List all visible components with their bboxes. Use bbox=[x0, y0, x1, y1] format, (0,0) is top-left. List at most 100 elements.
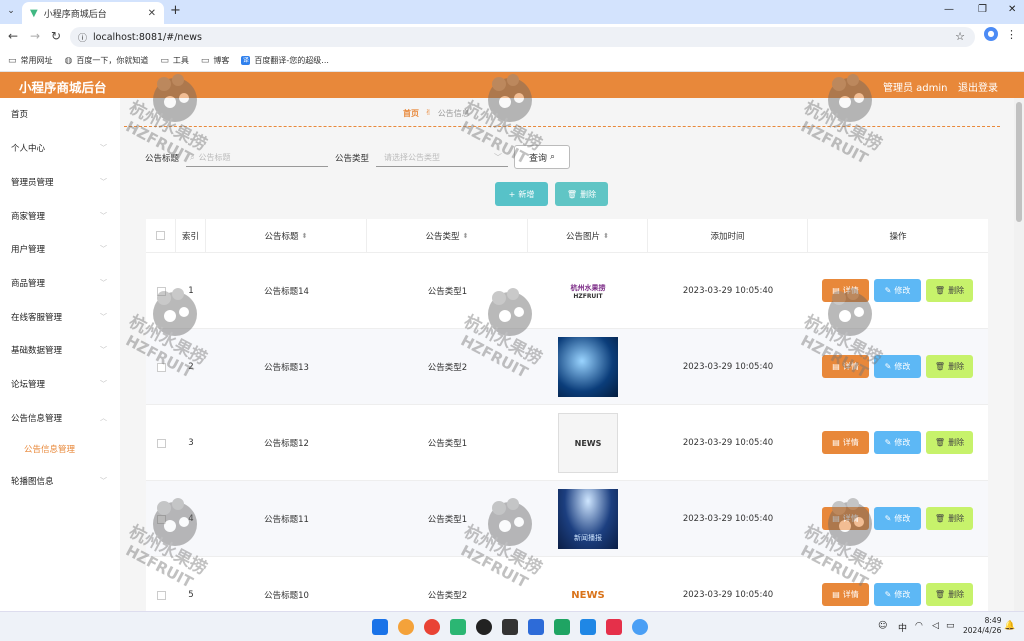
battery-icon[interactable]: ▭ bbox=[946, 621, 955, 631]
webstorm-icon[interactable] bbox=[528, 619, 544, 635]
sort-icon[interactable]: ⬍ bbox=[603, 232, 609, 240]
detail-button[interactable]: ▤ 详情 bbox=[822, 583, 869, 606]
bookmark-item[interactable]: ◍ 百度一下，你就知道 bbox=[65, 55, 149, 66]
breadcrumb-home[interactable]: 首页 bbox=[403, 108, 419, 119]
column-header-image[interactable]: 公告图片 ⬍ bbox=[528, 219, 648, 253]
row-checkbox[interactable] bbox=[156, 438, 166, 448]
delete-button[interactable]: 🗑 删除 bbox=[926, 583, 973, 606]
sidebar-item-basedata[interactable]: 基础数据管理 ﹀ bbox=[0, 340, 120, 360]
notice-image[interactable] bbox=[558, 337, 618, 397]
delete-button[interactable]: 🗑 删除 bbox=[926, 431, 973, 454]
app-icon[interactable] bbox=[450, 619, 466, 635]
header-label: 索引 bbox=[181, 231, 199, 242]
row-time: 2023-03-29 10:05:40 bbox=[682, 590, 774, 600]
row-image-cell: 杭州水果捞 HZFRUIT bbox=[528, 253, 648, 329]
add-button[interactable]: + 新增 bbox=[495, 182, 548, 206]
sort-icon[interactable]: ⬍ bbox=[463, 232, 469, 240]
chevron-down-icon: ﹀ bbox=[100, 279, 107, 287]
column-header-type[interactable]: 公告类型 ⬍ bbox=[367, 219, 528, 253]
sidebar-item-products[interactable]: 商品管理 ﹀ bbox=[0, 273, 120, 293]
windows-start-icon[interactable] bbox=[372, 619, 388, 635]
delete-button[interactable]: 🗑 删除 bbox=[926, 507, 973, 530]
close-window-icon[interactable]: ✕ bbox=[1008, 4, 1016, 15]
qq-icon[interactable] bbox=[476, 619, 492, 635]
minimize-icon[interactable]: — bbox=[944, 4, 954, 15]
delete-button[interactable]: 🗑 删除 bbox=[926, 279, 973, 302]
chrome-icon[interactable] bbox=[424, 619, 440, 635]
edit-button[interactable]: ✎ 修改 bbox=[874, 431, 921, 454]
app-icon[interactable] bbox=[606, 619, 622, 635]
bookmark-item[interactable]: ▭ 工具 bbox=[160, 55, 189, 66]
notice-image[interactable]: NEWS bbox=[558, 413, 618, 473]
row-checkbox[interactable] bbox=[156, 514, 166, 524]
sidebar-item-users[interactable]: 用户管理 ﹀ bbox=[0, 239, 120, 259]
forward-icon[interactable]: → bbox=[30, 29, 40, 43]
tab-search-icon[interactable]: ⌄ bbox=[4, 4, 18, 18]
restore-icon[interactable]: ❐ bbox=[978, 4, 987, 15]
back-icon[interactable]: ← bbox=[8, 29, 18, 43]
sort-icon[interactable]: ⬍ bbox=[302, 232, 308, 240]
title-search-input[interactable]: ⌕ 公告标题 bbox=[186, 149, 328, 167]
row-checkbox[interactable] bbox=[156, 362, 166, 372]
edit-button[interactable]: ✎ 修改 bbox=[874, 279, 921, 302]
bookmark-label: 百度翻译-您的超级... bbox=[254, 56, 329, 65]
row-time: 2023-03-29 10:05:40 bbox=[682, 514, 774, 524]
sidebar-item-profile[interactable]: 个人中心 ﹀ bbox=[0, 138, 120, 158]
system-clock[interactable]: 8:49 2024/4/26 bbox=[963, 616, 1001, 636]
detail-button[interactable]: ▤ 详情 bbox=[822, 507, 869, 530]
row-title: 公告标题13 bbox=[264, 363, 309, 373]
delete-button[interactable]: 🗑 删除 bbox=[926, 355, 973, 378]
sidebar-item-carousel[interactable]: 轮播图信息 ﹀ bbox=[0, 471, 120, 491]
select-all-checkbox[interactable] bbox=[156, 231, 165, 240]
close-tab-icon[interactable]: ✕ bbox=[148, 8, 156, 19]
notice-image[interactable]: 杭州水果捞 HZFRUIT bbox=[558, 261, 618, 321]
bookmark-item[interactable]: 译百度翻译-您的超级... bbox=[241, 55, 329, 66]
type-select[interactable]: 请选择公告类型 ﹀ bbox=[376, 149, 508, 167]
detail-label: 详情 bbox=[842, 514, 859, 523]
wifi-icon[interactable]: ◠ bbox=[915, 621, 923, 631]
page-scrollbar[interactable] bbox=[1014, 98, 1024, 611]
input-language[interactable]: 中 bbox=[898, 621, 907, 634]
address-bar[interactable]: ⓘ localhost:8081/#/news ☆ bbox=[70, 27, 975, 47]
browser-menu-icon[interactable]: ⋮ bbox=[1006, 28, 1017, 41]
sidebar-item-notices[interactable]: 公告信息管理 ︿ bbox=[0, 408, 120, 428]
new-tab-icon[interactable]: + bbox=[170, 4, 181, 18]
browser-tab[interactable]: ▼ 小程序商城后台 ✕ bbox=[22, 2, 164, 24]
scrollbar-thumb[interactable] bbox=[1016, 102, 1022, 222]
app-icon[interactable] bbox=[632, 619, 648, 635]
sidebar-item-forum[interactable]: 论坛管理 ﹀ bbox=[0, 374, 120, 394]
column-header-title[interactable]: 公告标题 ⬍ bbox=[206, 219, 367, 253]
notice-image[interactable]: NEWS bbox=[558, 565, 618, 611]
widgets-icon[interactable] bbox=[398, 619, 414, 635]
edit-button[interactable]: ✎ 修改 bbox=[874, 583, 921, 606]
notification-bell-icon[interactable]: 🔔 bbox=[1004, 621, 1015, 631]
bookmark-item[interactable]: ▭ 常用网址 bbox=[8, 55, 53, 66]
sidebar-item-home[interactable]: 首页 bbox=[0, 104, 120, 124]
pencil-icon: ✎ bbox=[884, 438, 892, 447]
ide-icon[interactable] bbox=[502, 619, 518, 635]
reload-icon[interactable]: ↻ bbox=[51, 29, 61, 43]
sidebar-subitem-notices[interactable]: 公告信息管理 bbox=[0, 439, 120, 459]
edit-button[interactable]: ✎ 修改 bbox=[874, 507, 921, 530]
query-button[interactable]: 查询 ⌕ bbox=[514, 145, 570, 169]
feishu-icon[interactable] bbox=[580, 619, 596, 635]
row-checkbox[interactable] bbox=[156, 286, 166, 296]
sidebar-item-merchants[interactable]: 商家管理 ﹀ bbox=[0, 206, 120, 226]
detail-button[interactable]: ▤ 详情 bbox=[822, 431, 869, 454]
hbuilder-icon[interactable] bbox=[554, 619, 570, 635]
bulk-delete-button[interactable]: 🗑 删除 bbox=[555, 182, 608, 206]
volume-icon[interactable]: ◁ bbox=[932, 621, 939, 631]
notice-image[interactable]: 新闻播报 bbox=[558, 489, 618, 549]
sidebar-item-admins[interactable]: 管理员管理 ﹀ bbox=[0, 172, 120, 192]
detail-button[interactable]: ▤ 详情 bbox=[822, 279, 869, 302]
edit-button[interactable]: ✎ 修改 bbox=[874, 355, 921, 378]
tray-app-icon[interactable]: ☺ bbox=[878, 621, 887, 631]
logout-link[interactable]: 退出登录 bbox=[958, 79, 998, 94]
bookmark-star-icon[interactable]: ☆ bbox=[955, 30, 965, 43]
profile-avatar-icon[interactable]: ● bbox=[984, 27, 998, 41]
bookmark-item[interactable]: ▭ 博客 bbox=[201, 55, 230, 66]
site-info-icon[interactable]: ⓘ bbox=[78, 31, 87, 44]
row-checkbox[interactable] bbox=[156, 590, 166, 600]
detail-button[interactable]: ▤ 详情 bbox=[822, 355, 869, 378]
sidebar-item-support[interactable]: 在线客服管理 ﹀ bbox=[0, 307, 120, 327]
